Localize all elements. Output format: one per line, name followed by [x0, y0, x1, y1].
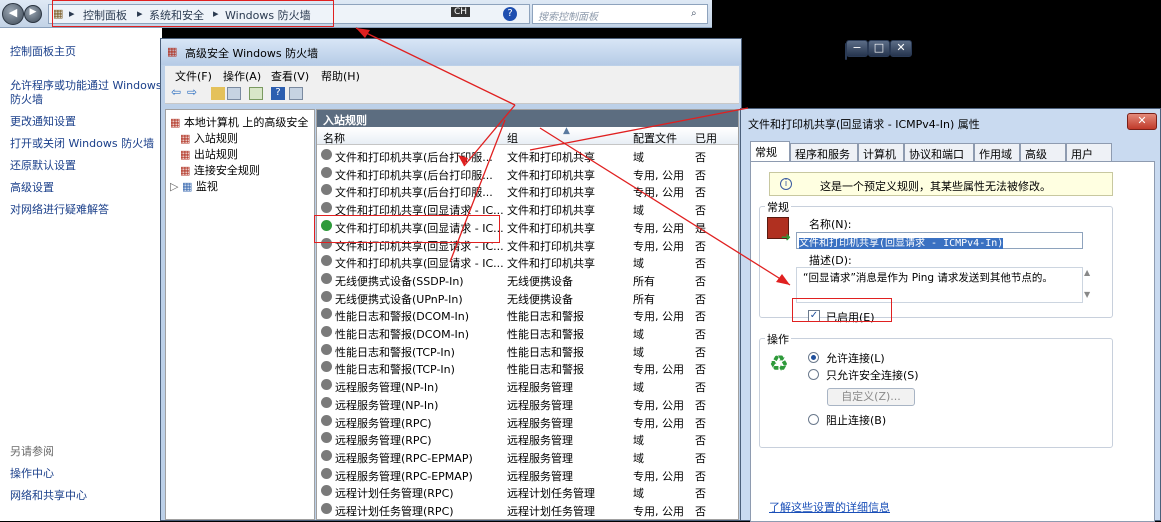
annotation-arrows [355, 27, 791, 286]
arrow-to-address [355, 27, 516, 106]
arrow-to-dialog-title [529, 107, 749, 151]
arrow-to-list [449, 119, 506, 263]
arrow-to-dialog [539, 127, 791, 286]
arrowhead [356, 28, 370, 38]
arrowhead [458, 155, 468, 166]
arrowhead [776, 274, 790, 285]
csdn-watermark: CSDN @小黑日志 [1032, 496, 1147, 512]
arrow-to-tree [463, 104, 516, 167]
